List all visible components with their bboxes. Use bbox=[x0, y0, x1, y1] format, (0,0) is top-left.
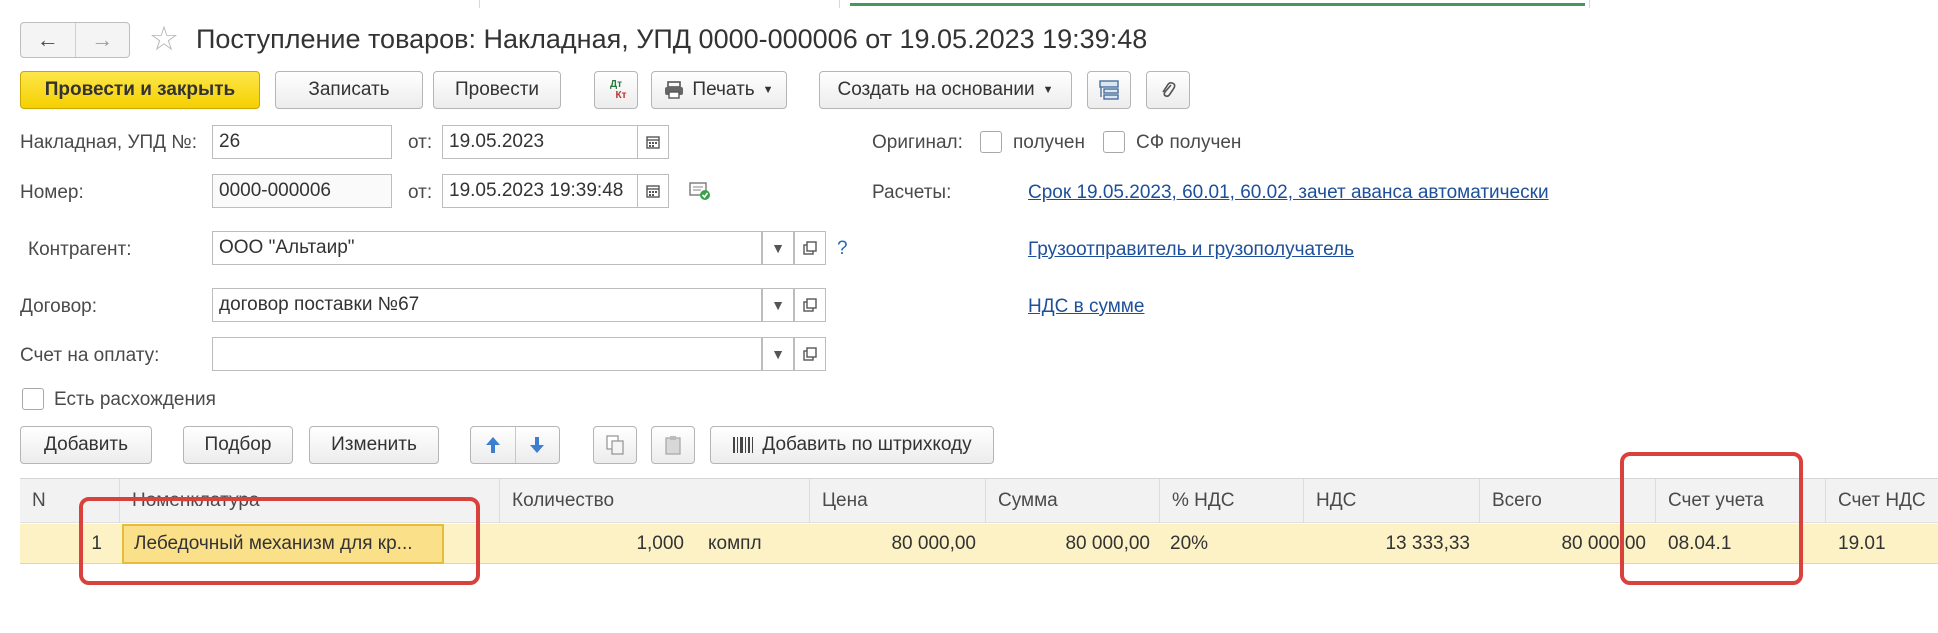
selection-button[interactable]: Подбор bbox=[183, 426, 293, 464]
highlight-box-item bbox=[79, 497, 480, 585]
invoice-date-from-label: от: bbox=[408, 132, 433, 153]
settlements-link[interactable]: Срок 19.05.2023, 60.01, 60.02, зачет ава… bbox=[1028, 182, 1549, 204]
cell-unit[interactable]: компл bbox=[698, 524, 810, 564]
move-down-icon[interactable] bbox=[516, 427, 560, 463]
invoice-number-label: Накладная, УПД №: bbox=[20, 132, 197, 153]
print-button[interactable]: Печать ▼ bbox=[651, 71, 787, 109]
original-label: Оригинал: bbox=[872, 132, 963, 153]
save-button[interactable]: Записать bbox=[275, 71, 423, 109]
chevron-down-icon: ▼ bbox=[762, 84, 774, 96]
navigation-group: ← → bbox=[20, 22, 130, 58]
number-date-input[interactable]: 19.05.2023 19:39:48 bbox=[442, 174, 638, 208]
discrepancy-checkbox[interactable] bbox=[22, 388, 44, 410]
copy-icon[interactable] bbox=[593, 426, 637, 464]
edit-button[interactable]: Изменить bbox=[309, 426, 439, 464]
discrepancy-label: Есть расхождения bbox=[54, 389, 216, 410]
column-header-price[interactable]: Цена bbox=[810, 479, 986, 523]
tab-segment[interactable] bbox=[480, 0, 840, 8]
column-header-sum[interactable]: Сумма bbox=[986, 479, 1160, 523]
invoice-number-input[interactable]: 26 bbox=[212, 125, 392, 159]
open-icon[interactable] bbox=[794, 337, 826, 371]
print-label: Печать bbox=[692, 79, 755, 100]
calendar-icon[interactable] bbox=[637, 174, 669, 208]
add-by-barcode-label: Добавить по штрихкоду bbox=[762, 434, 972, 455]
add-button[interactable]: Добавить bbox=[20, 426, 152, 464]
open-icon[interactable] bbox=[794, 288, 826, 322]
post-and-close-button[interactable]: Провести и закрыть bbox=[20, 71, 260, 109]
barcode-icon bbox=[733, 437, 754, 453]
contract-label: Договор: bbox=[20, 296, 98, 317]
move-up-icon[interactable] bbox=[471, 427, 516, 463]
create-based-on-label: Создать на основании bbox=[837, 79, 1035, 100]
counterparty-input[interactable]: ООО "Альтаир" bbox=[212, 231, 762, 265]
cell-vat-rate[interactable]: 20% bbox=[1160, 524, 1304, 564]
favorite-star-icon[interactable]: ☆ bbox=[146, 21, 182, 57]
sf-received-checkbox[interactable] bbox=[1103, 131, 1125, 153]
active-tab-indicator bbox=[850, 3, 1585, 6]
invoice-date-input[interactable]: 19.05.2023 bbox=[442, 125, 638, 159]
column-header-vat-rate[interactable]: % НДС bbox=[1160, 479, 1304, 523]
payment-invoice-label: Счет на оплату: bbox=[20, 345, 160, 366]
sf-received-label: СФ получен bbox=[1136, 132, 1242, 153]
chevron-down-icon[interactable]: ▼ bbox=[762, 288, 794, 322]
number-input[interactable]: 0000-000006 bbox=[212, 174, 392, 208]
page-title: Поступление товаров: Накладная, УПД 0000… bbox=[196, 24, 1148, 54]
back-arrow-icon[interactable]: ← bbox=[21, 23, 75, 57]
column-header-vat[interactable]: НДС bbox=[1304, 479, 1480, 523]
settlements-label: Расчеты: bbox=[872, 182, 952, 203]
cell-quantity[interactable]: 1,000 bbox=[500, 524, 694, 564]
calendar-icon[interactable] bbox=[637, 125, 669, 159]
forward-arrow-icon[interactable]: → bbox=[74, 23, 130, 57]
help-icon[interactable]: ? bbox=[837, 238, 848, 260]
contract-input[interactable]: договор поставки №67 bbox=[212, 288, 762, 322]
number-label: Номер: bbox=[20, 182, 84, 203]
structure-icon[interactable] bbox=[1087, 71, 1131, 109]
paperclip-icon[interactable] bbox=[1146, 71, 1190, 109]
chevron-down-icon: ▼ bbox=[1042, 84, 1054, 96]
column-header-vat-account[interactable]: Счет НДС bbox=[1826, 479, 1938, 523]
open-icon[interactable] bbox=[794, 231, 826, 265]
cell-price[interactable]: 80 000,00 bbox=[810, 524, 986, 564]
counterparty-label: Контрагент: bbox=[28, 239, 132, 260]
shipper-consignee-link[interactable]: Грузоотправитель и грузополучатель bbox=[1028, 239, 1354, 261]
document-check-icon[interactable] bbox=[688, 180, 712, 202]
add-by-barcode-button[interactable]: Добавить по штрихкоду bbox=[710, 426, 994, 464]
chevron-down-icon[interactable]: ▼ bbox=[762, 231, 794, 265]
paste-icon[interactable] bbox=[651, 426, 695, 464]
chevron-down-icon[interactable]: ▼ bbox=[762, 337, 794, 371]
create-based-on-button[interactable]: Создать на основании ▼ bbox=[819, 71, 1072, 109]
tabs-strip bbox=[0, 0, 1938, 8]
original-received-label: получен bbox=[1013, 132, 1085, 153]
tab-segment[interactable] bbox=[0, 0, 480, 8]
printer-icon bbox=[665, 81, 684, 99]
cell-vat-account[interactable]: 19.01 bbox=[1826, 524, 1938, 564]
number-date-from-label: от: bbox=[408, 182, 433, 203]
column-header-quantity[interactable]: Количество bbox=[500, 479, 810, 523]
highlight-box-account bbox=[1620, 452, 1803, 585]
cell-sum[interactable]: 80 000,00 bbox=[986, 524, 1160, 564]
cell-vat[interactable]: 13 333,33 bbox=[1304, 524, 1480, 564]
post-button[interactable]: Провести bbox=[433, 71, 561, 109]
original-received-checkbox[interactable] bbox=[980, 131, 1002, 153]
dt-kt-icon[interactable]: Дт Кт bbox=[594, 71, 638, 109]
payment-invoice-input[interactable] bbox=[212, 337, 762, 371]
move-buttons-group bbox=[470, 426, 560, 464]
vat-in-sum-link[interactable]: НДС в сумме bbox=[1028, 296, 1144, 318]
